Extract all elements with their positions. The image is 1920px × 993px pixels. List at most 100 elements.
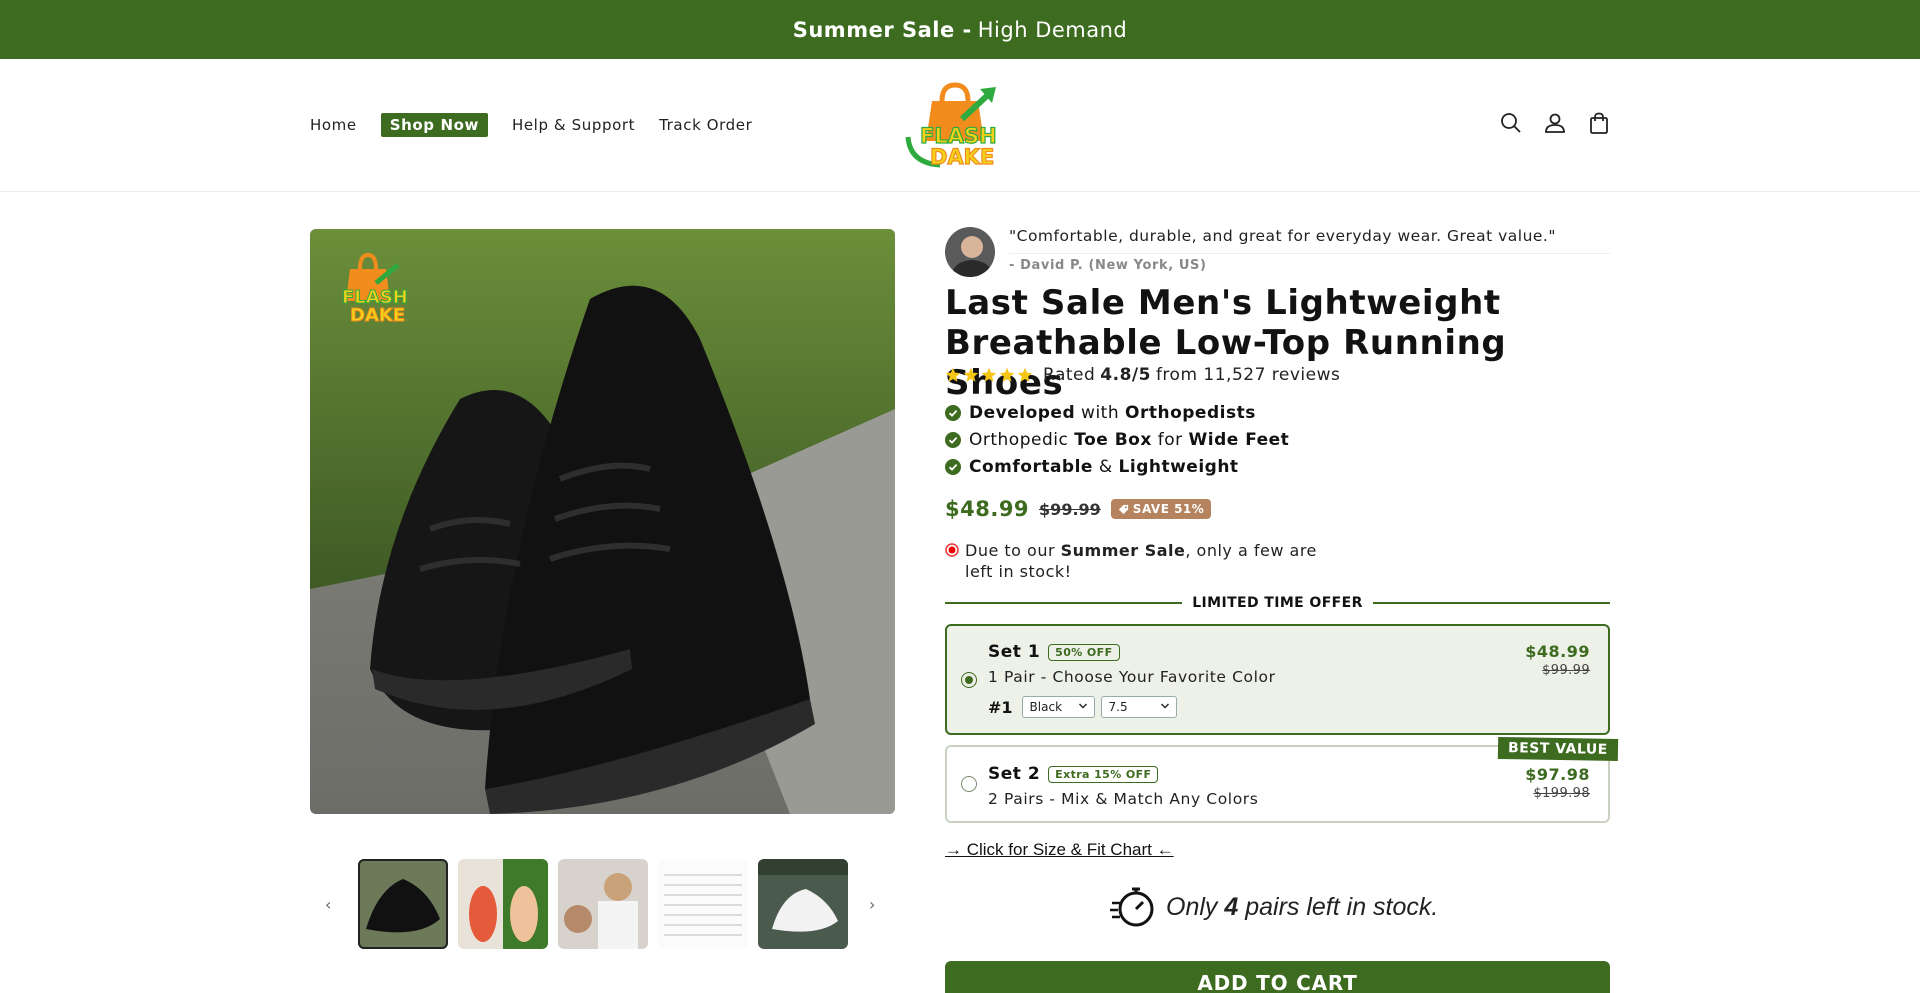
main-nav: Home Shop Now Help & Support Track Order: [310, 113, 752, 137]
alert-dot-icon: [945, 543, 959, 557]
thumbnail-3[interactable]: [558, 859, 648, 949]
low-stock-pre: Only: [1166, 892, 1225, 921]
feature-text: Orthopedic: [969, 429, 1075, 450]
bundle-title: Set 1 50% OFF: [988, 642, 1120, 662]
bundle-radio[interactable]: [961, 776, 977, 792]
star-icon: [1017, 367, 1033, 382]
offer-divider-right: [1372, 602, 1610, 604]
feature-list: Developed with Orthopedists Orthopedic T…: [945, 399, 1289, 480]
search-icon[interactable]: [1500, 112, 1522, 134]
product-main-image[interactable]: FLASH DAKE: [310, 229, 895, 814]
star-icon: [999, 367, 1015, 382]
rating-value: 4.8/5: [1100, 365, 1151, 385]
review-quote: "Comfortable, durable, and great for eve…: [1009, 227, 1556, 245]
feature-text: Wide Feet: [1188, 429, 1290, 450]
bundle-price-was: $199.98: [1533, 786, 1590, 801]
best-value-badge: BEST VALUE: [1497, 736, 1619, 762]
compare-price: $99.99: [1039, 499, 1101, 519]
check-circle-icon: [945, 431, 961, 448]
feature-text: Orthopedists: [1125, 402, 1256, 423]
offer-header: LIMITED TIME OFFER: [945, 595, 1610, 611]
reviewer-avatar: [945, 227, 995, 277]
star-icon: [945, 367, 961, 382]
color-select[interactable]: Black: [1021, 696, 1095, 718]
rating-summary[interactable]: Rated 4.8/5 from 11,527 reviews: [945, 365, 1340, 385]
thumbnail-1[interactable]: [358, 859, 448, 949]
bundle-price: $48.99 $99.99: [1525, 642, 1590, 678]
low-stock-text: Only 4 pairs left in stock.: [1166, 893, 1438, 922]
stopwatch-icon: [1110, 887, 1154, 927]
bundle-title: Set 2 Extra 15% OFF: [988, 764, 1159, 784]
feature-item: Developed with Orthopedists: [945, 399, 1289, 426]
svg-text:DAKE: DAKE: [350, 305, 405, 326]
feature-text: Developed: [969, 402, 1076, 423]
bundle-description: 1 Pair - Choose Your Favorite Color: [988, 668, 1276, 686]
review-author: - David P. (New York, US): [1009, 258, 1207, 273]
announcement-bar: Summer Sale - High Demand: [0, 0, 1920, 59]
thumbnail-strip: ‹ ›: [310, 859, 895, 951]
bundle-title-text: Set 2: [988, 764, 1041, 784]
nav-home[interactable]: Home: [310, 116, 357, 134]
star-icon: [963, 367, 979, 382]
stock-text-1: Due to our: [965, 541, 1061, 560]
thumb-prev-arrow[interactable]: ‹: [325, 895, 331, 914]
cart-icon[interactable]: [1588, 112, 1610, 134]
color-select-value: Black: [1029, 700, 1063, 714]
feature-text: with: [1075, 402, 1126, 423]
check-circle-icon: [945, 458, 961, 475]
feature-text: &: [1092, 456, 1119, 477]
feature-text: Comfortable: [969, 456, 1093, 477]
rating-count: from 11,527 reviews: [1155, 365, 1341, 385]
low-stock-post: pairs left in stock.: [1238, 892, 1439, 921]
chevron-down-icon: [1160, 703, 1169, 709]
size-chart-link[interactable]: → Click for Size & Fit Chart ←: [945, 840, 1174, 860]
announcement-bold: Summer Sale -: [792, 17, 972, 42]
feature-text: for: [1151, 429, 1189, 450]
sale-price: $48.99: [945, 497, 1030, 521]
star-rating: [945, 367, 1033, 383]
tag-icon: [1118, 504, 1128, 514]
featured-review: "Comfortable, durable, and great for eve…: [945, 225, 1610, 277]
offer-header-label: LIMITED TIME OFFER: [1192, 595, 1363, 611]
svg-text:DAKE: DAKE: [930, 145, 994, 169]
price-row: $48.99 $99.99 SAVE 51%: [945, 497, 1212, 521]
review-divider: [1009, 253, 1610, 254]
bundle-title-text: Set 1: [988, 642, 1041, 662]
nav-track-order[interactable]: Track Order: [659, 116, 752, 134]
feature-text: Toe Box: [1074, 429, 1152, 450]
bundle-option-set-2[interactable]: Set 2 Extra 15% OFF 2 Pairs - Mix & Matc…: [945, 736, 1619, 823]
bundle-discount-pill: Extra 15% OFF: [1048, 765, 1159, 783]
bundle-price-now: $48.99: [1525, 642, 1590, 661]
stock-message: Due to our Summer Sale, only a few are l…: [945, 540, 1325, 582]
bundle-price-now: $97.98: [1525, 765, 1590, 784]
size-select-value: 7.5: [1108, 700, 1128, 714]
check-circle-icon: [945, 404, 961, 421]
thumbnail-2[interactable]: [458, 859, 548, 949]
thumb-next-arrow[interactable]: ›: [869, 895, 875, 914]
save-badge-text: SAVE 51%: [1132, 502, 1205, 516]
product-info: "Comfortable, durable, and great for eve…: [945, 225, 1619, 993]
nav-help-support[interactable]: Help & Support: [512, 116, 635, 134]
star-icon: [981, 367, 997, 382]
size-select[interactable]: 7.5: [1100, 696, 1177, 718]
thumbnail-5[interactable]: [758, 859, 848, 949]
rating-prefix: Rated: [1043, 365, 1096, 385]
thumbnail-4[interactable]: [658, 859, 748, 949]
stock-text: Due to our Summer Sale, only a few are l…: [965, 540, 1325, 582]
brand-logo[interactable]: FLASH DAKE: [900, 79, 1010, 171]
chevron-down-icon: [1078, 703, 1087, 709]
bundle-price-was: $99.99: [1542, 663, 1590, 678]
announcement-text: High Demand: [977, 17, 1128, 42]
offer-divider-left: [945, 602, 1183, 604]
nav-shop-now[interactable]: Shop Now: [380, 113, 488, 137]
feature-item: Comfortable & Lightweight: [945, 453, 1289, 480]
add-to-cart-button[interactable]: ADD TO CART: [945, 961, 1610, 993]
bundle-radio-selected[interactable]: [961, 672, 977, 688]
bundle-price: $97.98 $199.98: [1525, 765, 1590, 801]
bundle-option-set-1[interactable]: Set 1 50% OFF 1 Pair - Choose Your Favor…: [945, 624, 1610, 735]
product-title: Last Sale Men's Lightweight Breathable L…: [945, 283, 1507, 403]
account-icon[interactable]: [1544, 112, 1566, 134]
low-stock-notice: Only 4 pairs left in stock.: [1110, 883, 1438, 931]
header-icons: [1500, 112, 1610, 134]
variant-row: #1 Black 7.5: [988, 696, 1177, 718]
